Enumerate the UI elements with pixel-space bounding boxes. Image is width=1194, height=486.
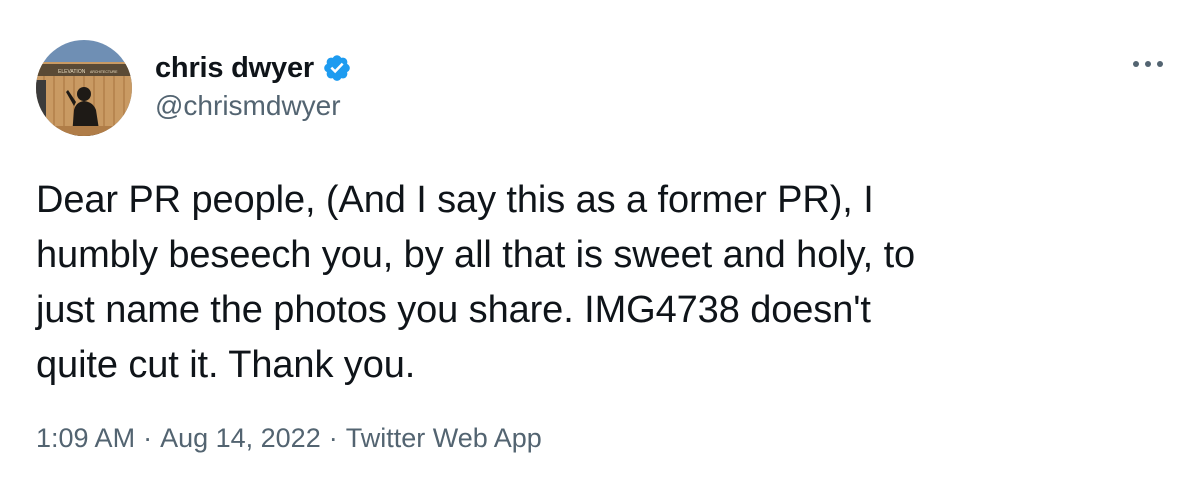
display-name[interactable]: chris dwyer <box>155 52 314 85</box>
avatar-sign-subtext: ARCHITECTURE <box>90 70 118 74</box>
tweet-card: ELEVATION ARCHITECTURE chris dwyer @chri… <box>0 0 1194 486</box>
tweet-text: Dear PR people, (And I say this as a for… <box>36 179 916 386</box>
avatar[interactable]: ELEVATION ARCHITECTURE <box>36 40 132 136</box>
author-handle[interactable]: @chrismdwyer <box>155 90 341 122</box>
author-name-row: chris dwyer <box>155 50 352 86</box>
tweet-source[interactable]: Twitter Web App <box>346 423 542 454</box>
tweet-meta: 1:09 AM · Aug 14, 2022 · Twitter Web App <box>36 423 542 454</box>
meta-separator: · <box>328 423 338 453</box>
verified-badge-icon <box>322 53 352 83</box>
meta-separator: · <box>143 423 153 453</box>
more-horizontal-icon[interactable] <box>1128 52 1168 76</box>
tweet-time[interactable]: 1:09 AM <box>36 423 135 454</box>
tweet-date[interactable]: Aug 14, 2022 <box>160 423 321 454</box>
avatar-sign-text: ELEVATION <box>58 69 86 75</box>
